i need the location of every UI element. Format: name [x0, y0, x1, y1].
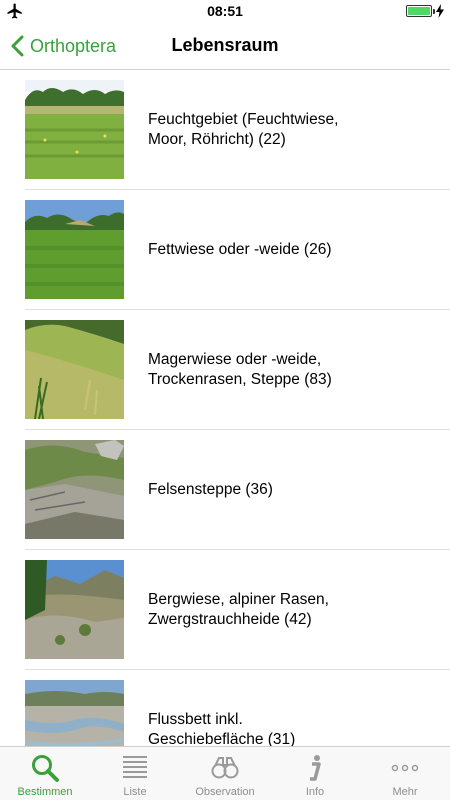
charging-bolt-icon: [436, 4, 444, 18]
list-icon: [123, 756, 147, 778]
list-item-label: Felsensteppe (36): [148, 481, 273, 498]
tab-bar: Bestimmen Liste Observation Info Mehr: [0, 746, 450, 800]
list-item-rock-steppe[interactable]: Felsensteppe (36): [0, 430, 450, 550]
tab-label: Mehr: [392, 786, 418, 798]
chevron-left-icon: [11, 35, 24, 57]
list-item-label: Flussbett inkl. Geschiebefläche (31): [148, 711, 296, 746]
list-item-label: Feuchtgebiet (Feuchtwiese, Moor, Röhrich…: [148, 111, 339, 148]
back-button[interactable]: Orthoptera: [10, 33, 116, 59]
back-button-label: Orthoptera: [30, 35, 117, 56]
tab-info[interactable]: Info: [270, 747, 360, 800]
info-icon: [310, 755, 321, 781]
list-item-river-bed[interactable]: Flussbett inkl. Geschiebefläche (31): [0, 670, 450, 746]
list-item-alpine-meadow[interactable]: Bergwiese, alpiner Rasen, Zwergstrauchhe…: [0, 550, 450, 670]
binoculars-icon: [211, 757, 239, 779]
tab-observation[interactable]: Observation: [180, 747, 270, 800]
list-item-label: Fettwiese oder -weide (26): [148, 241, 332, 258]
habitat-thumbnail: [25, 560, 124, 659]
tab-label: Info: [305, 786, 325, 798]
habitat-thumbnail: [25, 680, 124, 746]
list-item-wetland[interactable]: Feuchtgebiet (Feuchtwiese, Moor, Röhrich…: [0, 70, 450, 190]
habitat-thumbnail: [25, 200, 124, 299]
habitat-thumbnail: [25, 80, 124, 179]
tab-label: Bestimmen: [17, 786, 73, 798]
list-item-label: Bergwiese, alpiner Rasen, Zwergstrauchhe…: [148, 591, 329, 628]
tab-label: Liste: [123, 786, 147, 798]
list-item-dry-meadow[interactable]: Magerwiese oder -weide, Trockenrasen, St…: [0, 310, 450, 430]
tab-label: Observation: [195, 786, 255, 798]
habitat-thumbnail: [25, 320, 124, 419]
habitat-list[interactable]: Feuchtgebiet (Feuchtwiese, Moor, Röhrich…: [0, 70, 450, 746]
more-icon: [391, 764, 419, 772]
list-item-fertile-meadow[interactable]: Fettwiese oder -weide (26): [0, 190, 450, 310]
list-item-label: Magerwiese oder -weide, Trockenrasen, St…: [148, 351, 332, 388]
status-time: 08:51: [207, 3, 243, 19]
habitat-thumbnail: [25, 440, 124, 539]
tab-mehr[interactable]: Mehr: [360, 747, 450, 800]
navigation-bar: Orthoptera Lebensraum: [0, 22, 450, 70]
search-icon: [32, 755, 59, 782]
tab-bestimmen[interactable]: Bestimmen: [0, 747, 90, 800]
battery-icon: [406, 5, 435, 17]
status-bar: 08:51: [0, 0, 450, 22]
tab-liste[interactable]: Liste: [90, 747, 180, 800]
